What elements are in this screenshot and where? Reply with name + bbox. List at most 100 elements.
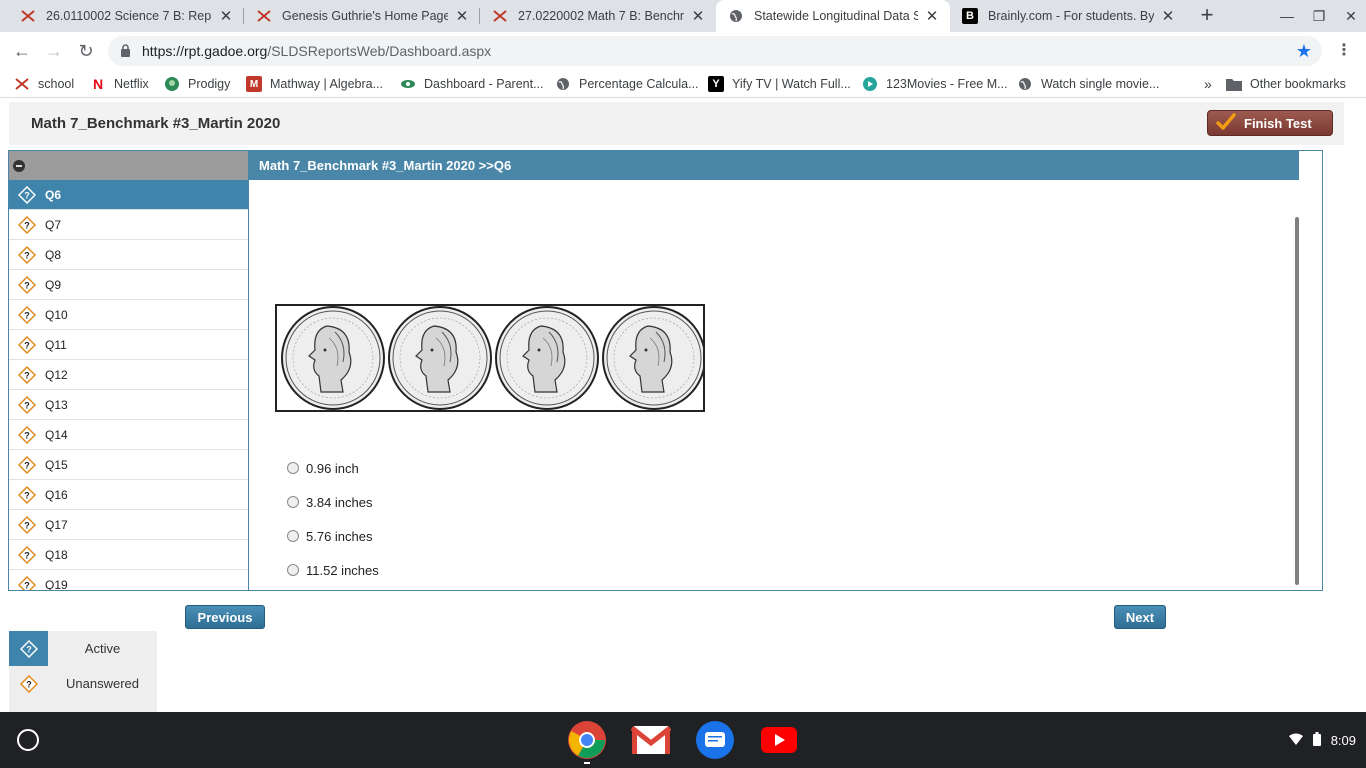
radio-button[interactable] bbox=[287, 564, 299, 576]
bookmark-label: Prodigy bbox=[188, 77, 231, 91]
clock: 8:09 bbox=[1330, 732, 1356, 748]
mathway-icon: M bbox=[246, 76, 262, 92]
breadcrumb: Math 7_Benchmark #3_Martin 2020 >>Q6 bbox=[249, 151, 1299, 180]
sidebar-item-q18[interactable]: ? Q18 bbox=[9, 540, 248, 570]
tab-title: 27.0220002 Math 7 B: Benchmark bbox=[518, 9, 684, 23]
browser-menu-icon[interactable]: ⋮ bbox=[1334, 40, 1354, 60]
sidebar-item-q15[interactable]: ? Q15 bbox=[9, 450, 248, 480]
scrollbar[interactable] bbox=[1295, 217, 1299, 585]
new-tab-button[interactable]: + bbox=[1196, 4, 1218, 28]
sidebar-item-q8[interactable]: ? Q8 bbox=[9, 240, 248, 270]
back-icon[interactable]: ← bbox=[10, 39, 34, 63]
svg-text:?: ? bbox=[24, 250, 30, 260]
bookmark-label: Dashboard - Parent... bbox=[424, 77, 544, 91]
messages-icon[interactable] bbox=[695, 720, 735, 760]
answer-option[interactable]: 3.84 inches bbox=[287, 485, 379, 519]
sidebar-item-q14[interactable]: ? Q14 bbox=[9, 420, 248, 450]
quarter-coin bbox=[495, 306, 599, 410]
svg-text:?: ? bbox=[24, 340, 30, 350]
close-icon[interactable]: ✕ bbox=[454, 7, 470, 25]
bookmark-item[interactable]: 123Movies - Free M... bbox=[862, 75, 1008, 93]
address-bar[interactable]: https://rpt.gadoe.org/SLDSReportsWeb/Das… bbox=[108, 36, 1322, 66]
browser-toolbar: ← → ↻ https://rpt.gadoe.org/SLDSReportsW… bbox=[0, 32, 1366, 70]
browser-tab-5[interactable]: B Brainly.com - For students. By stu ✕ bbox=[950, 0, 1186, 32]
launcher-icon[interactable] bbox=[17, 729, 39, 751]
sidebar-item-q9[interactable]: ? Q9 bbox=[9, 270, 248, 300]
answer-option[interactable]: 11.52 inches bbox=[287, 553, 379, 587]
system-tray[interactable]: 8:09 bbox=[1288, 730, 1356, 750]
radio-button[interactable] bbox=[287, 462, 299, 474]
status-legend: ? Active ? Unanswered bbox=[9, 631, 157, 712]
forward-icon[interactable]: → bbox=[42, 39, 66, 63]
folder-icon bbox=[1226, 76, 1242, 92]
close-window-button[interactable]: ✕ bbox=[1336, 0, 1366, 32]
close-icon[interactable]: ✕ bbox=[1160, 7, 1176, 25]
radio-button[interactable] bbox=[287, 530, 299, 542]
bookmark-item[interactable]: school bbox=[14, 75, 74, 93]
restore-button[interactable]: ❐ bbox=[1304, 0, 1334, 32]
quarter-coin bbox=[388, 306, 492, 410]
answer-option[interactable]: 0.96 inch bbox=[287, 451, 379, 485]
bookmark-label: Percentage Calcula... bbox=[579, 77, 699, 91]
edgenuity-icon bbox=[20, 8, 36, 24]
globe-icon bbox=[555, 76, 571, 92]
bookmark-item[interactable]: Y Yify TV | Watch Full... bbox=[708, 75, 851, 93]
sidebar-item-label: Q11 bbox=[45, 337, 67, 352]
sidebar-item-q13[interactable]: ? Q13 bbox=[9, 390, 248, 420]
other-bookmarks[interactable]: Other bookmarks bbox=[1226, 75, 1346, 93]
unanswered-question-icon: ? bbox=[9, 666, 48, 701]
next-button[interactable]: Next bbox=[1114, 605, 1166, 629]
svg-text:?: ? bbox=[26, 679, 32, 689]
answer-option[interactable]: 5.76 inches bbox=[287, 519, 379, 553]
quarters-illustration bbox=[281, 306, 703, 410]
sidebar-item-q17[interactable]: ? Q17 bbox=[9, 510, 248, 540]
svg-text:?: ? bbox=[24, 520, 30, 530]
chrome-icon[interactable] bbox=[567, 720, 607, 760]
sidebar-item-q19[interactable]: ? Q19 bbox=[9, 570, 248, 590]
bookmark-item[interactable]: Prodigy bbox=[164, 75, 230, 93]
bookmark-item[interactable]: N Netflix bbox=[90, 75, 149, 93]
sidebar-item-q6[interactable]: ? Q6 bbox=[9, 180, 248, 210]
brainly-icon: B bbox=[962, 8, 978, 24]
finish-test-button[interactable]: Finish Test bbox=[1207, 110, 1333, 136]
sidebar-item-q16[interactable]: ? Q16 bbox=[9, 480, 248, 510]
bookmark-item[interactable]: Watch single movie... bbox=[1017, 75, 1159, 93]
browser-tab-2[interactable]: Genesis Guthrie's Home Page ✕ bbox=[244, 0, 480, 32]
radio-button[interactable] bbox=[287, 496, 299, 508]
browser-tab-3[interactable]: 27.0220002 Math 7 B: Benchmark ✕ bbox=[480, 0, 716, 32]
prodigy-icon bbox=[164, 76, 180, 92]
gmail-icon[interactable] bbox=[631, 720, 671, 760]
svg-text:?: ? bbox=[24, 220, 30, 230]
sidebar-item-q12[interactable]: ? Q12 bbox=[9, 360, 248, 390]
minimize-button[interactable]: — bbox=[1272, 0, 1302, 32]
page-title: Math 7_Benchmark #3_Martin 2020 bbox=[31, 115, 281, 132]
sidebar-item-q7[interactable]: ? Q7 bbox=[9, 210, 248, 240]
bookmark-label: Other bookmarks bbox=[1250, 77, 1346, 91]
collapse-icon[interactable] bbox=[13, 160, 25, 172]
close-icon[interactable]: ✕ bbox=[924, 7, 940, 25]
close-icon[interactable]: ✕ bbox=[218, 7, 234, 25]
bookmarks-bar: school N Netflix Prodigy M Mathway | Algeb… bbox=[0, 70, 1366, 98]
bookmark-item[interactable]: M Mathway | Algebra... bbox=[246, 75, 383, 93]
bookmark-star-icon[interactable]: ★ bbox=[1296, 41, 1312, 62]
more-bookmarks-icon[interactable]: » bbox=[1204, 75, 1212, 93]
sidebar-item-label: Q17 bbox=[45, 517, 68, 532]
unanswered-question-icon: ? bbox=[9, 335, 45, 354]
reload-icon[interactable]: ↻ bbox=[74, 39, 98, 63]
edgenuity-icon bbox=[492, 8, 508, 24]
bookmark-item[interactable]: Percentage Calcula... bbox=[555, 75, 699, 93]
sidebar-item-label: Q15 bbox=[45, 457, 68, 472]
unanswered-question-icon: ? bbox=[9, 245, 45, 264]
browser-tab-1[interactable]: 26.0110002 Science 7 B: Reproduc ✕ bbox=[8, 0, 244, 32]
youtube-icon[interactable] bbox=[759, 720, 799, 760]
previous-button[interactable]: Previous bbox=[185, 605, 265, 629]
browser-tab-4[interactable]: Statewide Longitudinal Data Sy ✕ bbox=[716, 0, 950, 32]
svg-text:?: ? bbox=[24, 370, 30, 380]
bookmark-label: Netflix bbox=[114, 77, 149, 91]
sidebar-item-q11[interactable]: ? Q11 bbox=[9, 330, 248, 360]
svg-text:?: ? bbox=[24, 280, 30, 290]
close-icon[interactable]: ✕ bbox=[690, 7, 706, 25]
bookmark-item[interactable]: Dashboard - Parent... bbox=[400, 75, 544, 93]
sidebar-item-q10[interactable]: ? Q10 bbox=[9, 300, 248, 330]
unanswered-question-icon: ? bbox=[9, 545, 45, 564]
